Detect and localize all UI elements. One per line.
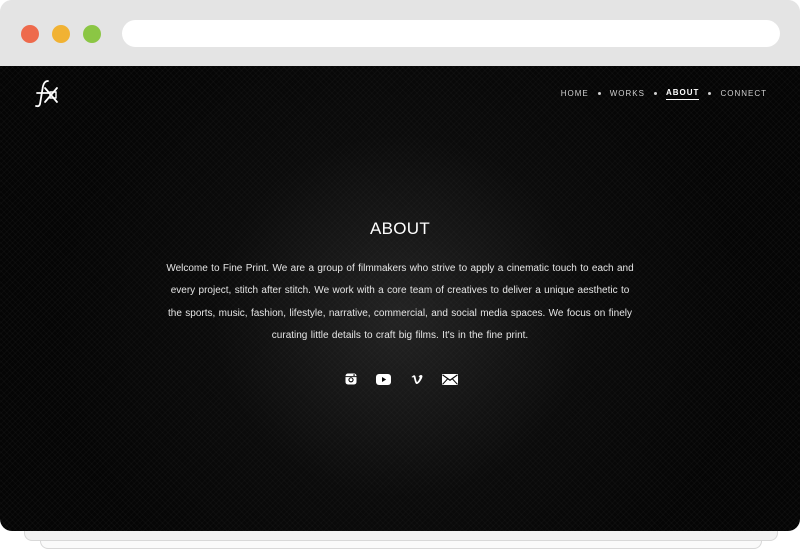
- nav-works[interactable]: WORKS: [610, 89, 645, 100]
- browser-window: HOME WORKS ABOUT CONNECT ABOUT Welcome t…: [0, 0, 800, 531]
- close-window-button[interactable]: [21, 25, 39, 43]
- window-stack-shadow-inner: [24, 530, 778, 541]
- email-icon[interactable]: [433, 371, 466, 387]
- youtube-icon[interactable]: [367, 371, 400, 387]
- about-paragraph: Welcome to Fine Print. We are a group of…: [166, 263, 634, 341]
- page-title: ABOUT: [369, 219, 431, 238]
- nav-separator-dot: [597, 91, 601, 95]
- address-bar[interactable]: [122, 20, 780, 47]
- nav-about[interactable]: ABOUT: [665, 88, 700, 100]
- fine-print-logo-icon[interactable]: [30, 78, 60, 108]
- minimize-window-button[interactable]: [52, 25, 70, 43]
- page-viewport: HOME WORKS ABOUT CONNECT ABOUT Welcome t…: [0, 66, 800, 531]
- social-links: [0, 371, 800, 387]
- main-nav: HOME WORKS ABOUT CONNECT: [561, 87, 767, 101]
- nav-separator-dot: [708, 91, 712, 95]
- instagram-icon[interactable]: [334, 371, 367, 387]
- nav-connect[interactable]: CONNECT: [720, 89, 767, 100]
- browser-chrome: [0, 0, 800, 66]
- maximize-window-button[interactable]: [83, 25, 101, 43]
- nav-home[interactable]: HOME: [561, 89, 589, 100]
- nav-separator-dot: [653, 91, 657, 95]
- vimeo-icon[interactable]: [400, 371, 433, 387]
